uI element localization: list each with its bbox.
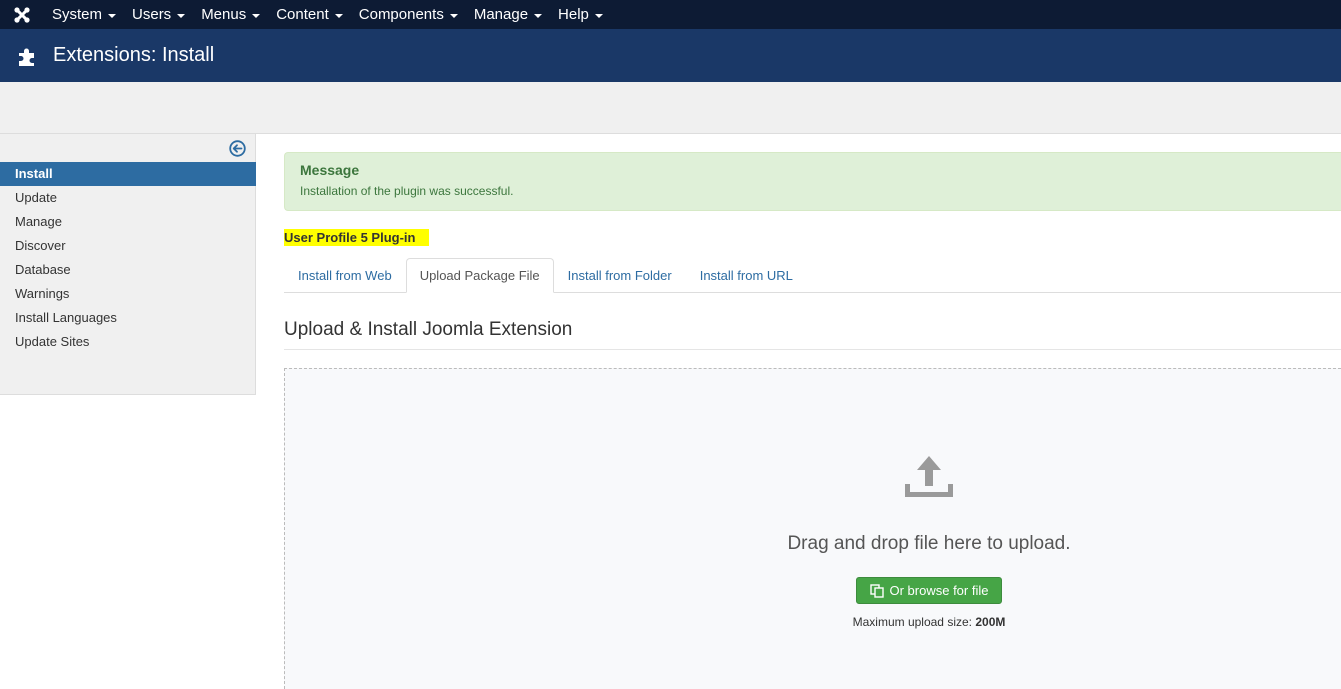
main-content: Message Installation of the plugin was s… <box>284 134 1341 689</box>
sidebar-nav: Install Update Manage Discover Database … <box>0 162 256 354</box>
copy-icon <box>869 583 884 598</box>
sidebar-item-discover[interactable]: Discover <box>0 234 256 258</box>
browse-file-button[interactable]: Or browse for file <box>856 577 1002 604</box>
tab-install-from-web[interactable]: Install from Web <box>284 258 406 293</box>
menu-components[interactable]: Components <box>351 0 466 29</box>
tab-install-from-url[interactable]: Install from URL <box>686 258 807 293</box>
alert-title: Message <box>300 162 360 178</box>
sidebar-item-warnings[interactable]: Warnings <box>0 282 256 306</box>
section-title: Upload & Install Joomla Extension <box>284 319 573 340</box>
page-title: Extensions: Install <box>53 44 215 66</box>
sidebar-item-update[interactable]: Update <box>0 186 256 210</box>
menu-system[interactable]: System <box>44 0 124 29</box>
install-tabs: Install from Web Upload Package File Ins… <box>284 258 1341 293</box>
puzzle-icon <box>17 45 39 67</box>
success-alert: Message Installation of the plugin was s… <box>284 152 1341 211</box>
sidebar-item-install[interactable]: Install <box>0 162 256 186</box>
menu-label: Menus <box>201 6 247 23</box>
menu-users[interactable]: Users <box>124 0 193 29</box>
menu-menus[interactable]: Menus <box>193 0 268 29</box>
caret-down-icon <box>177 13 186 18</box>
caret-down-icon <box>449 13 458 18</box>
sidebar-item-update-sites[interactable]: Update Sites <box>0 330 256 354</box>
tab-upload-package-file[interactable]: Upload Package File <box>405 258 554 293</box>
max-upload-label: Maximum upload size: <box>852 615 972 629</box>
menu-label: Components <box>358 6 444 23</box>
menu-label: Content <box>276 6 329 23</box>
browse-button-label: Or browse for file <box>889 583 989 598</box>
upload-dropzone[interactable]: Drag and drop file here to upload. Or br… <box>284 368 1341 689</box>
sidebar-item-manage[interactable]: Manage <box>0 210 256 234</box>
dropzone-text: Drag and drop file here to upload. <box>787 533 1071 554</box>
upload-icon <box>904 455 954 499</box>
caret-down-icon <box>534 13 543 18</box>
menu-label: Users <box>132 6 172 23</box>
max-upload-value: 200M <box>975 615 1006 629</box>
page-header: Extensions: Install <box>0 29 1341 82</box>
joomla-logo-icon[interactable] <box>0 0 44 29</box>
top-menu: System Users Menus Content Components Ma… <box>44 0 611 29</box>
alert-message: Installation of the plugin was successfu… <box>300 184 514 198</box>
caret-down-icon <box>334 13 343 18</box>
sidebar: Install Update Manage Discover Database … <box>0 134 256 395</box>
menu-label: System <box>52 6 103 23</box>
divider <box>284 349 1341 350</box>
caret-down-icon <box>594 13 603 18</box>
tab-install-from-folder[interactable]: Install from Folder <box>554 258 686 293</box>
toolbar <box>0 82 1341 134</box>
sidebar-collapse-icon[interactable] <box>229 140 246 157</box>
sidebar-item-database[interactable]: Database <box>0 258 256 282</box>
caret-down-icon <box>252 13 261 18</box>
caret-down-icon <box>108 13 117 18</box>
menu-label: Help <box>558 6 589 23</box>
highlighted-extension-name: User Profile 5 Plug-in <box>284 229 430 246</box>
max-upload-size: Maximum upload size: 200M <box>285 615 1341 629</box>
menu-help[interactable]: Help <box>550 0 611 29</box>
menu-manage[interactable]: Manage <box>466 0 550 29</box>
top-navbar: System Users Menus Content Components Ma… <box>0 0 1341 29</box>
menu-content[interactable]: Content <box>268 0 351 29</box>
sidebar-item-install-languages[interactable]: Install Languages <box>0 306 256 330</box>
menu-label: Manage <box>473 6 529 23</box>
